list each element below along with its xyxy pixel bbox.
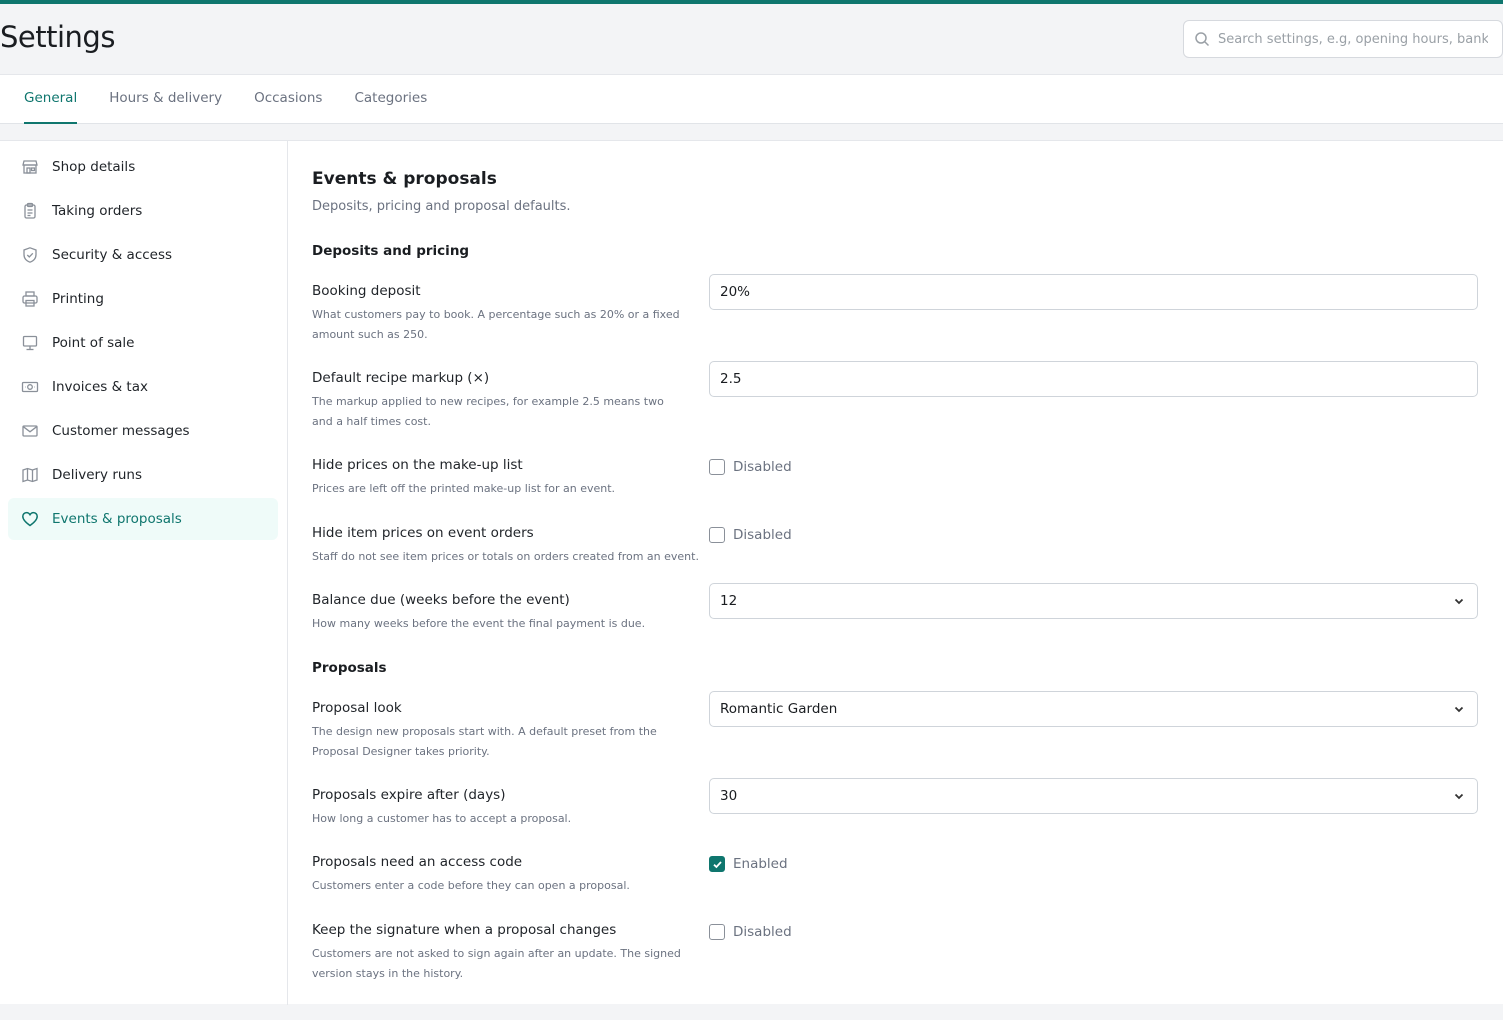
balance-due-select[interactable]: 12 <box>709 583 1478 619</box>
section-subtitle: Deposits, pricing and proposal defaults. <box>312 199 571 214</box>
chevron-down-icon <box>1454 598 1464 605</box>
keep-signature-toggle[interactable]: Disabled <box>709 922 1478 942</box>
checkbox[interactable] <box>709 527 725 543</box>
setting-help: Prices are left off the printed make-up … <box>312 482 616 495</box>
page-title: Settings <box>0 20 115 54</box>
envelope-icon <box>22 425 38 437</box>
hide-event-prices-toggle[interactable]: Disabled <box>709 525 1478 545</box>
sidebar-item-label: Events & proposals <box>52 511 182 527</box>
tab-hours-delivery[interactable]: Hours & delivery <box>109 75 222 124</box>
clipboard-icon <box>24 202 36 219</box>
select-value: Romantic Garden <box>720 701 838 717</box>
setting-help: What customers pay to book. A percentage… <box>312 308 680 341</box>
setting-help: How long a customer has to accept a prop… <box>312 812 572 825</box>
sidebar-item-shop-details[interactable]: Shop details <box>8 146 278 188</box>
sidebar-item-label: Delivery runs <box>52 467 143 483</box>
top-accent-bar <box>0 0 1503 4</box>
proposal-look-select[interactable]: Romantic Garden <box>709 691 1478 727</box>
sidebar-item-invoices-tax[interactable]: Invoices & tax <box>8 366 278 408</box>
tab-occasions[interactable]: Occasions <box>254 75 322 124</box>
sidebar-item-delivery-runs[interactable]: Delivery runs <box>8 454 278 496</box>
setting-help: The markup applied to new recipes, for e… <box>312 395 664 428</box>
group-title-proposals: Proposals <box>312 660 387 676</box>
banknote-icon <box>21 381 39 393</box>
sidebar-item-label: Customer messages <box>52 423 190 439</box>
sidebar-item-security-access[interactable]: Security & access <box>8 234 278 276</box>
sidebar-item-point-of-sale[interactable]: Point of sale <box>8 322 278 364</box>
settings-panel: Shop details Taking orders Security & ac… <box>0 140 1503 1005</box>
setting-help: Customers are not asked to sign again af… <box>312 947 681 980</box>
chevron-down-icon <box>1454 793 1464 800</box>
search-input[interactable] <box>1218 31 1488 47</box>
setting-keep-signature: Keep the signature when a proposal chang… <box>312 922 1478 983</box>
setting-balance-due: Balance due (weeks before the event) How… <box>312 583 1478 634</box>
recipe-markup-input[interactable]: 2.5 <box>709 361 1478 397</box>
check-icon <box>712 860 722 868</box>
setting-access-code: Proposals need an access code Customers … <box>312 854 1478 896</box>
checkbox[interactable] <box>709 924 725 940</box>
checkbox-state-label: Disabled <box>733 459 792 475</box>
sidebar-item-label: Taking orders <box>52 203 143 219</box>
sidebar-item-customer-messages[interactable]: Customer messages <box>8 410 278 452</box>
sidebar-item-label: Shop details <box>52 159 136 175</box>
shield-icon <box>23 247 37 263</box>
tab-categories[interactable]: Categories <box>354 75 427 124</box>
setting-recipe-markup: Default recipe markup (×) The markup app… <box>312 361 1478 431</box>
setting-hide-makeup-prices: Hide prices on the make-up list Prices a… <box>312 457 1478 499</box>
setting-proposal-expiry: Proposals expire after (days) How long a… <box>312 778 1478 829</box>
tab-bar: General Hours & delivery Occasions Categ… <box>0 74 1503 124</box>
select-value: 30 <box>720 788 738 804</box>
sidebar-item-taking-orders[interactable]: Taking orders <box>8 190 278 232</box>
tab-general[interactable]: General <box>24 75 78 124</box>
settings-sidebar: Shop details Taking orders Security & ac… <box>0 141 288 1005</box>
checkbox-state-label: Disabled <box>733 527 792 543</box>
search-box[interactable] <box>1183 20 1503 58</box>
checkbox-state-label: Disabled <box>733 924 792 940</box>
checkbox[interactable] <box>709 459 725 475</box>
settings-content: Events & proposals Deposits, pricing and… <box>312 141 1478 1005</box>
monitor-icon <box>22 335 38 351</box>
search-icon <box>1195 32 1210 47</box>
map-icon <box>22 467 38 483</box>
booking-deposit-input[interactable]: 20% <box>709 274 1478 310</box>
hide-makeup-prices-toggle[interactable]: Disabled <box>709 457 1478 477</box>
sidebar-item-label: Printing <box>52 291 104 307</box>
setting-help: How many weeks before the event the fina… <box>312 617 646 630</box>
setting-proposal-look: Proposal look The design new proposals s… <box>312 691 1478 761</box>
storefront-icon <box>22 160 38 174</box>
sidebar-item-events-proposals[interactable]: Events & proposals <box>8 498 278 540</box>
proposal-expiry-select[interactable]: 30 <box>709 778 1478 814</box>
chevron-down-icon <box>1454 706 1464 713</box>
setting-help: Customers enter a code before they can o… <box>312 879 630 892</box>
checkbox[interactable] <box>709 856 725 872</box>
setting-help: The design new proposals start with. A d… <box>312 725 657 758</box>
setting-hide-event-prices: Hide item prices on event orders Staff d… <box>312 525 1478 567</box>
sidebar-item-label: Point of sale <box>52 335 135 351</box>
section-title: Events & proposals <box>312 169 497 189</box>
heart-icon <box>22 511 38 527</box>
sidebar-item-label: Security & access <box>52 247 173 263</box>
group-title-deposits: Deposits and pricing <box>312 243 470 259</box>
select-value: 12 <box>720 593 738 609</box>
access-code-toggle[interactable]: Enabled <box>709 854 1478 874</box>
setting-help: Staff do not see item prices or totals o… <box>312 550 699 563</box>
setting-booking-deposit: Booking deposit What customers pay to bo… <box>312 274 1478 344</box>
sidebar-item-printing[interactable]: Printing <box>8 278 278 320</box>
checkbox-state-label: Enabled <box>733 856 788 872</box>
sidebar-item-label: Invoices & tax <box>52 379 148 395</box>
printer-icon <box>22 291 38 307</box>
